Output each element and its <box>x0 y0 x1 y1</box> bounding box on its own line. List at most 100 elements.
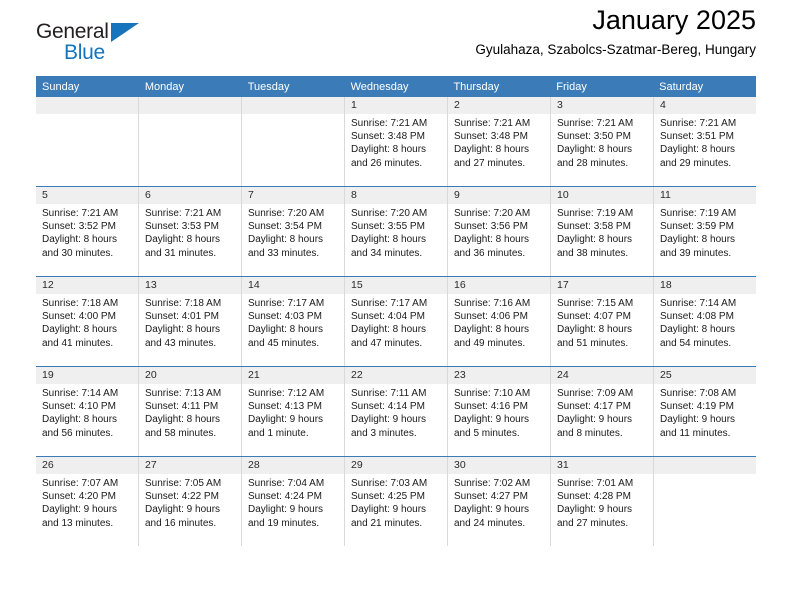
day-details: Sunrise: 7:14 AM Sunset: 4:08 PM Dayligh… <box>654 294 756 350</box>
daylight-text-line1: Daylight: 9 hours <box>454 504 530 516</box>
day-cell[interactable]: 1 Sunrise: 7:21 AM Sunset: 3:48 PM Dayli… <box>345 97 448 186</box>
day-cell[interactable]: 21 Sunrise: 7:12 AM Sunset: 4:13 PM Dayl… <box>242 367 345 456</box>
daylight-text-line1: Daylight: 8 hours <box>248 234 324 246</box>
day-cell[interactable]: 15 Sunrise: 7:17 AM Sunset: 4:04 PM Dayl… <box>345 277 448 366</box>
sunrise-text: Sunrise: 7:16 AM <box>454 298 531 309</box>
day-cell[interactable]: 2 Sunrise: 7:21 AM Sunset: 3:48 PM Dayli… <box>448 97 551 186</box>
day-number: 22 <box>345 367 447 384</box>
day-cell[interactable] <box>654 457 756 546</box>
sunset-text: Sunset: 3:56 PM <box>454 221 528 233</box>
day-cell[interactable]: 26 Sunrise: 7:07 AM Sunset: 4:20 PM Dayl… <box>36 457 139 546</box>
day-cell[interactable]: 27 Sunrise: 7:05 AM Sunset: 4:22 PM Dayl… <box>139 457 242 546</box>
day-details: Sunrise: 7:08 AM Sunset: 4:19 PM Dayligh… <box>654 384 756 440</box>
daylight-text-line1: Daylight: 8 hours <box>660 324 736 336</box>
day-cell[interactable] <box>242 97 345 186</box>
sunrise-text: Sunrise: 7:09 AM <box>557 388 634 399</box>
day-cell[interactable]: 8 Sunrise: 7:20 AM Sunset: 3:55 PM Dayli… <box>345 187 448 276</box>
daylight-text-line2: and 24 minutes. <box>454 517 526 529</box>
sunrise-text: Sunrise: 7:21 AM <box>351 118 428 129</box>
daylight-text-line1: Daylight: 8 hours <box>660 234 736 246</box>
day-number: 16 <box>448 277 550 294</box>
day-number: 28 <box>242 457 344 474</box>
day-number <box>654 457 756 474</box>
day-number: 9 <box>448 187 550 204</box>
day-cell[interactable]: 11 Sunrise: 7:19 AM Sunset: 3:59 PM Dayl… <box>654 187 756 276</box>
sunrise-text: Sunrise: 7:17 AM <box>351 298 428 309</box>
day-number: 26 <box>36 457 138 474</box>
sunset-text: Sunset: 4:14 PM <box>351 401 425 413</box>
week-row: 26 Sunrise: 7:07 AM Sunset: 4:20 PM Dayl… <box>36 456 756 546</box>
daylight-text-line1: Daylight: 9 hours <box>42 504 118 516</box>
triangle-icon <box>111 23 139 42</box>
daylight-text-line2: and 39 minutes. <box>660 247 732 259</box>
day-details: Sunrise: 7:19 AM Sunset: 3:58 PM Dayligh… <box>551 204 653 260</box>
sunrise-text: Sunrise: 7:04 AM <box>248 478 325 489</box>
daylight-text-line1: Daylight: 8 hours <box>145 234 221 246</box>
day-cell[interactable]: 13 Sunrise: 7:18 AM Sunset: 4:01 PM Dayl… <box>139 277 242 366</box>
day-cell[interactable]: 14 Sunrise: 7:17 AM Sunset: 4:03 PM Dayl… <box>242 277 345 366</box>
day-cell[interactable] <box>139 97 242 186</box>
day-cell[interactable]: 6 Sunrise: 7:21 AM Sunset: 3:53 PM Dayli… <box>139 187 242 276</box>
day-details: Sunrise: 7:04 AM Sunset: 4:24 PM Dayligh… <box>242 474 344 530</box>
daylight-text-line1: Daylight: 8 hours <box>42 414 118 426</box>
sunset-text: Sunset: 4:25 PM <box>351 491 425 503</box>
day-cell[interactable]: 24 Sunrise: 7:09 AM Sunset: 4:17 PM Dayl… <box>551 367 654 456</box>
day-cell[interactable]: 4 Sunrise: 7:21 AM Sunset: 3:51 PM Dayli… <box>654 97 756 186</box>
sunrise-text: Sunrise: 7:07 AM <box>42 478 119 489</box>
day-cell[interactable]: 30 Sunrise: 7:02 AM Sunset: 4:27 PM Dayl… <box>448 457 551 546</box>
weekday-header-thursday: Thursday <box>453 81 500 93</box>
day-cell[interactable]: 9 Sunrise: 7:20 AM Sunset: 3:56 PM Dayli… <box>448 187 551 276</box>
sunset-text: Sunset: 4:08 PM <box>660 311 734 323</box>
sunset-text: Sunset: 4:11 PM <box>145 401 219 413</box>
sunrise-text: Sunrise: 7:11 AM <box>351 388 427 399</box>
day-cell[interactable]: 18 Sunrise: 7:14 AM Sunset: 4:08 PM Dayl… <box>654 277 756 366</box>
sunrise-text: Sunrise: 7:21 AM <box>557 118 634 129</box>
daylight-text-line1: Daylight: 8 hours <box>351 234 427 246</box>
daylight-text-line1: Daylight: 8 hours <box>351 144 427 156</box>
week-row: 5 Sunrise: 7:21 AM Sunset: 3:52 PM Dayli… <box>36 186 756 276</box>
day-details: Sunrise: 7:20 AM Sunset: 3:54 PM Dayligh… <box>242 204 344 260</box>
sunset-text: Sunset: 4:07 PM <box>557 311 631 323</box>
daylight-text-line1: Daylight: 8 hours <box>145 414 221 426</box>
day-details: Sunrise: 7:20 AM Sunset: 3:56 PM Dayligh… <box>448 204 550 260</box>
weekday-header-monday: Monday <box>144 81 184 93</box>
day-cell[interactable]: 17 Sunrise: 7:15 AM Sunset: 4:07 PM Dayl… <box>551 277 654 366</box>
day-details: Sunrise: 7:21 AM Sunset: 3:50 PM Dayligh… <box>551 114 653 170</box>
day-cell[interactable]: 20 Sunrise: 7:13 AM Sunset: 4:11 PM Dayl… <box>139 367 242 456</box>
sunrise-text: Sunrise: 7:01 AM <box>557 478 634 489</box>
sunrise-text: Sunrise: 7:13 AM <box>145 388 222 399</box>
day-cell[interactable]: 7 Sunrise: 7:20 AM Sunset: 3:54 PM Dayli… <box>242 187 345 276</box>
day-number <box>139 97 241 114</box>
day-cell[interactable]: 31 Sunrise: 7:01 AM Sunset: 4:28 PM Dayl… <box>551 457 654 546</box>
day-cell[interactable]: 5 Sunrise: 7:21 AM Sunset: 3:52 PM Dayli… <box>36 187 139 276</box>
sunrise-text: Sunrise: 7:02 AM <box>454 478 531 489</box>
day-details: Sunrise: 7:18 AM Sunset: 4:00 PM Dayligh… <box>36 294 138 350</box>
day-cell[interactable]: 29 Sunrise: 7:03 AM Sunset: 4:25 PM Dayl… <box>345 457 448 546</box>
week-row: 19 Sunrise: 7:14 AM Sunset: 4:10 PM Dayl… <box>36 366 756 456</box>
day-cell[interactable]: 12 Sunrise: 7:18 AM Sunset: 4:00 PM Dayl… <box>36 277 139 366</box>
day-cell[interactable]: 19 Sunrise: 7:14 AM Sunset: 4:10 PM Dayl… <box>36 367 139 456</box>
daylight-text-line1: Daylight: 8 hours <box>42 234 118 246</box>
sunrise-text: Sunrise: 7:03 AM <box>351 478 428 489</box>
daylight-text-line2: and 36 minutes. <box>454 247 526 259</box>
day-cell[interactable] <box>36 97 139 186</box>
day-details: Sunrise: 7:18 AM Sunset: 4:01 PM Dayligh… <box>139 294 241 350</box>
day-cell[interactable]: 10 Sunrise: 7:19 AM Sunset: 3:58 PM Dayl… <box>551 187 654 276</box>
day-details: Sunrise: 7:10 AM Sunset: 4:16 PM Dayligh… <box>448 384 550 440</box>
daylight-text-line1: Daylight: 9 hours <box>557 504 633 516</box>
day-details: Sunrise: 7:05 AM Sunset: 4:22 PM Dayligh… <box>139 474 241 530</box>
day-cell[interactable]: 28 Sunrise: 7:04 AM Sunset: 4:24 PM Dayl… <box>242 457 345 546</box>
day-cell[interactable]: 25 Sunrise: 7:08 AM Sunset: 4:19 PM Dayl… <box>654 367 756 456</box>
general-blue-logo[interactable]: General Blue <box>36 20 166 74</box>
day-details: Sunrise: 7:07 AM Sunset: 4:20 PM Dayligh… <box>36 474 138 530</box>
day-cell[interactable]: 3 Sunrise: 7:21 AM Sunset: 3:50 PM Dayli… <box>551 97 654 186</box>
day-details: Sunrise: 7:16 AM Sunset: 4:06 PM Dayligh… <box>448 294 550 350</box>
sunrise-text: Sunrise: 7:21 AM <box>145 208 222 219</box>
day-cell[interactable]: 23 Sunrise: 7:10 AM Sunset: 4:16 PM Dayl… <box>448 367 551 456</box>
daylight-text-line1: Daylight: 9 hours <box>660 414 736 426</box>
day-cell[interactable]: 22 Sunrise: 7:11 AM Sunset: 4:14 PM Dayl… <box>345 367 448 456</box>
daylight-text-line2: and 27 minutes. <box>454 157 526 169</box>
day-number: 2 <box>448 97 550 114</box>
daylight-text-line1: Daylight: 9 hours <box>145 504 221 516</box>
day-cell[interactable]: 16 Sunrise: 7:16 AM Sunset: 4:06 PM Dayl… <box>448 277 551 366</box>
